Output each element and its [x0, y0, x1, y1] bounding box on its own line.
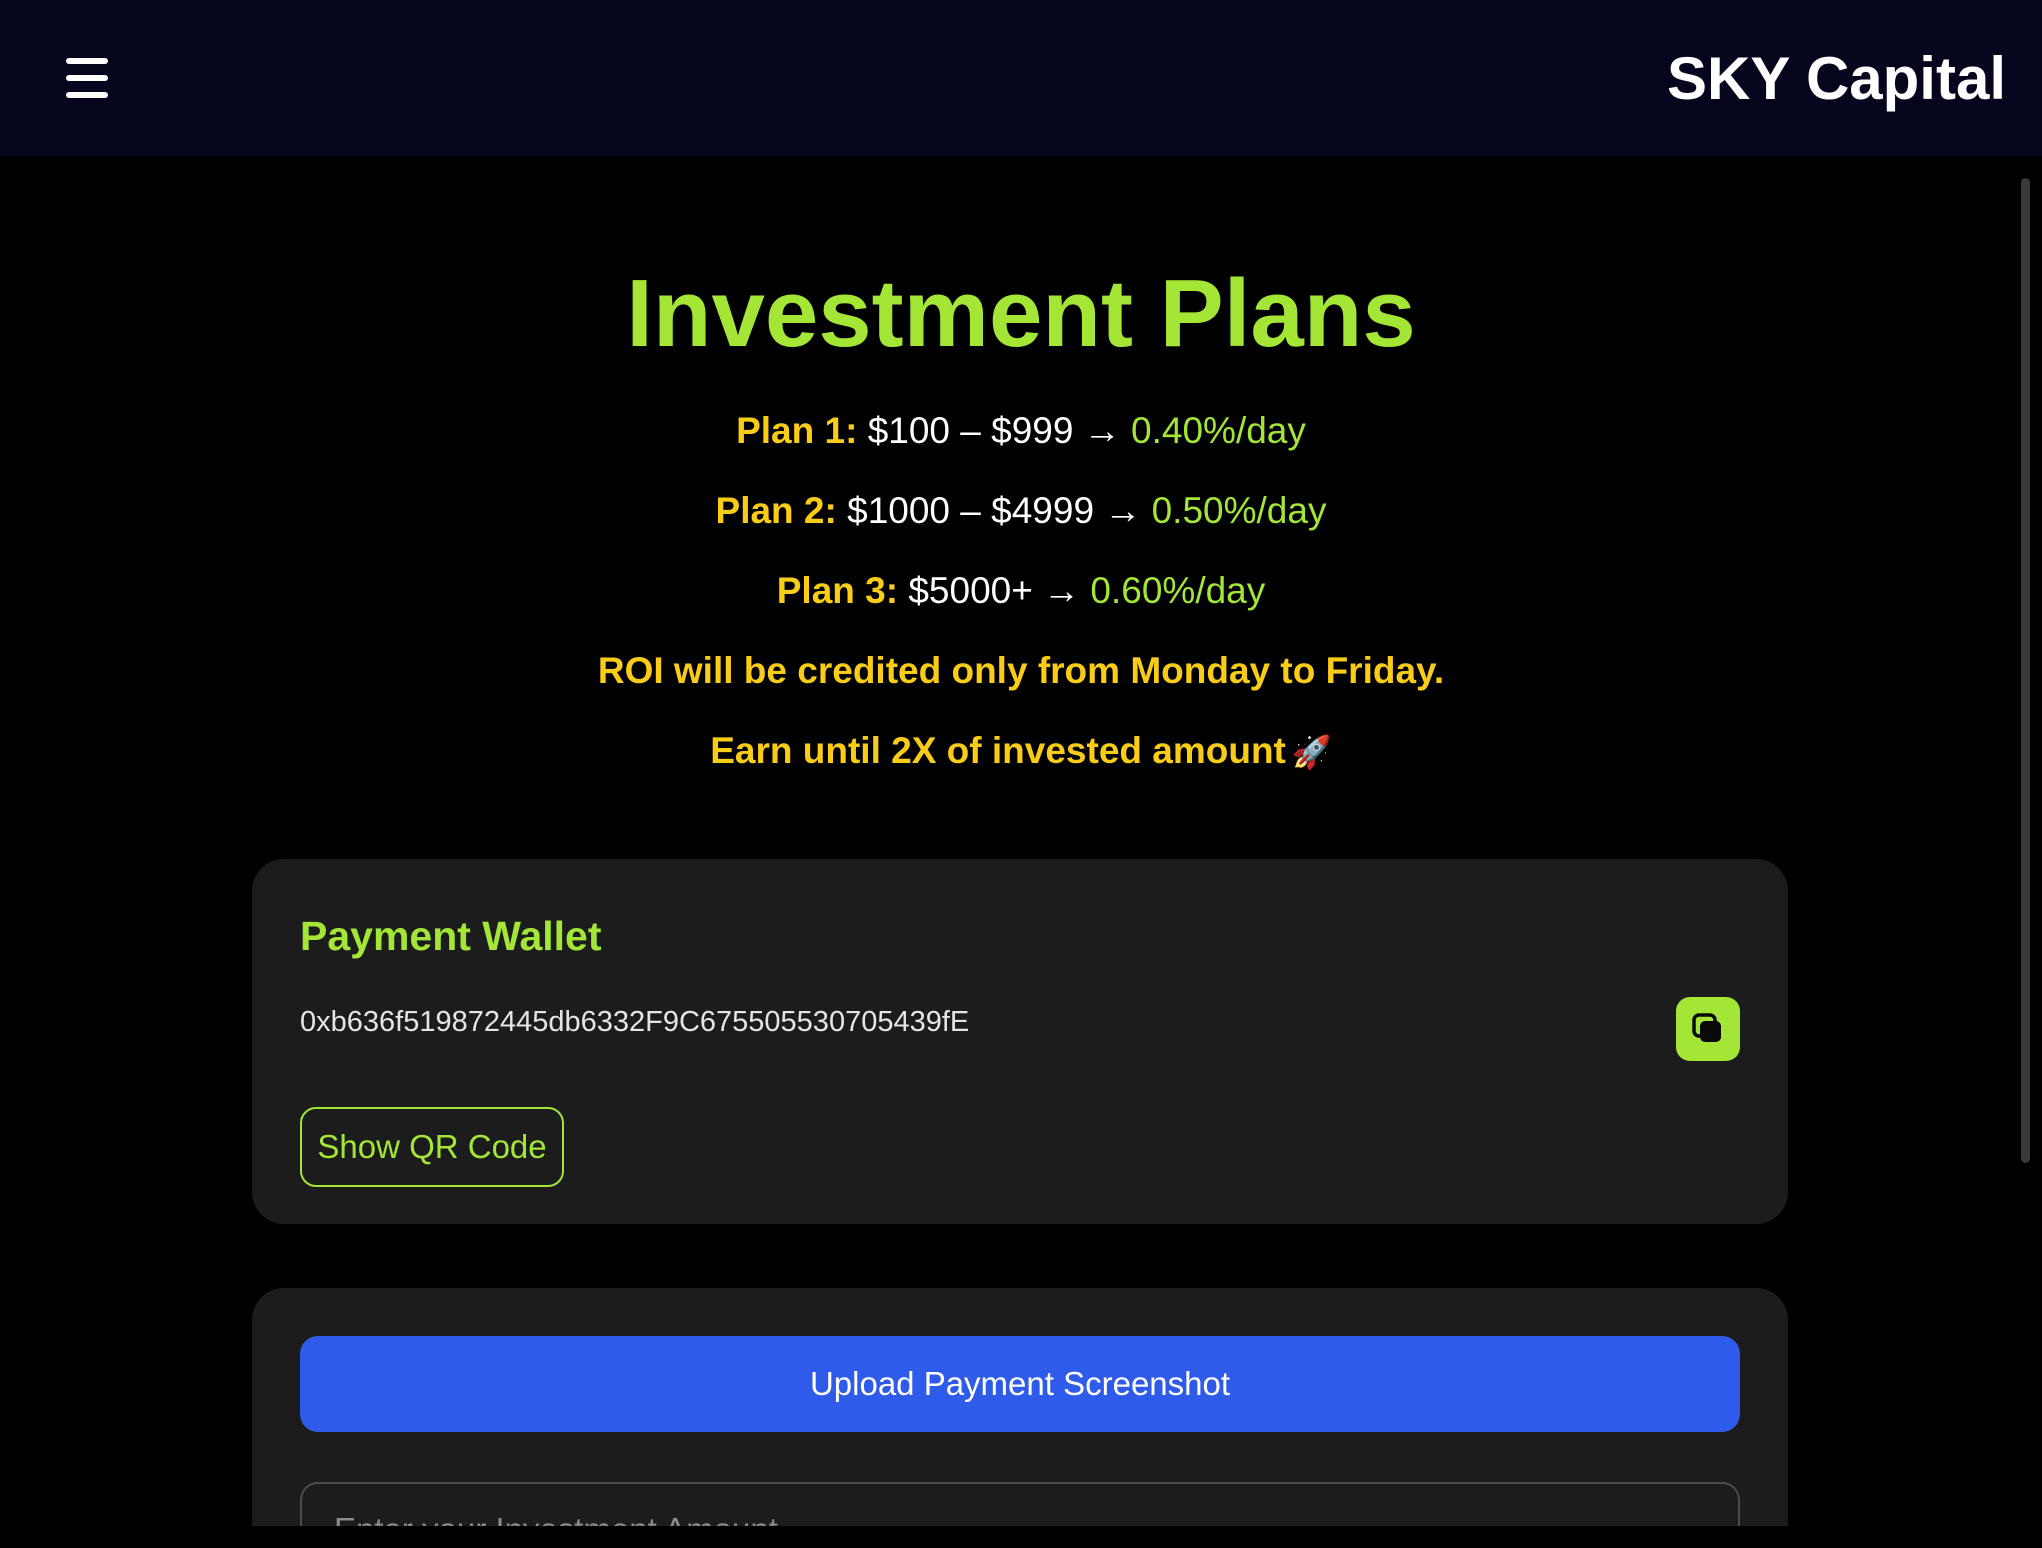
plan-name: Plan 1:: [736, 410, 858, 451]
plan-1-line: Plan 1: $100 – $999 → 0.40%/day: [0, 408, 2042, 454]
arrow-right-icon: →: [1043, 570, 1081, 611]
page-title: Investment Plans: [626, 260, 1416, 367]
wallet-title: Payment Wallet: [300, 913, 602, 959]
arrow-right-icon: →: [1104, 490, 1142, 531]
plan-3-line: Plan 3: $5000+ → 0.60%/day: [0, 568, 2042, 614]
plan-2-line: Plan 2: $1000 – $4999 → 0.50%/day: [0, 488, 2042, 534]
earn-notice-text: Earn until 2X of invested amount: [710, 730, 1286, 771]
upload-payment-screenshot-button[interactable]: Upload Payment Screenshot: [300, 1336, 1740, 1432]
payment-wallet-card: Payment Wallet 0xb636f519872445db6332F9C…: [252, 859, 1788, 1224]
plan-range: $100 – $999: [867, 410, 1074, 451]
plan-name: Plan 3:: [776, 570, 899, 611]
show-qr-code-button[interactable]: Show QR Code: [300, 1107, 564, 1187]
plan-range: $5000+: [908, 570, 1033, 611]
hamburger-menu-icon[interactable]: [58, 50, 118, 106]
copy-icon: [1692, 1013, 1721, 1042]
plan-range: $1000 – $4999: [847, 490, 1095, 531]
rocket-icon: 🚀: [1291, 734, 1332, 770]
brand-title[interactable]: SKY Capital: [1667, 44, 2006, 114]
upload-payment-card: Upload Payment Screenshot: [252, 1288, 1788, 1526]
top-navbar: SKY Capital: [0, 0, 2042, 156]
earn-notice: Earn until 2X of invested amount 🚀: [0, 728, 2042, 775]
wallet-address[interactable]: 0xb636f519872445db6332F9C675505530705439…: [300, 1003, 969, 1041]
copy-address-button[interactable]: [1676, 997, 1740, 1061]
roi-notice: ROI will be credited only from Monday to…: [597, 650, 1445, 691]
main-content: Investment Plans Plan 1: $100 – $999 → 0…: [0, 156, 2042, 1526]
plan-name: Plan 2:: [715, 490, 837, 531]
investment-amount-input[interactable]: [300, 1482, 1740, 1526]
plan-rate: 0.50%/day: [1151, 490, 1327, 531]
plan-rate: 0.60%/day: [1090, 570, 1266, 611]
arrow-right-icon: →: [1083, 410, 1121, 451]
plan-rate: 0.40%/day: [1131, 410, 1306, 451]
